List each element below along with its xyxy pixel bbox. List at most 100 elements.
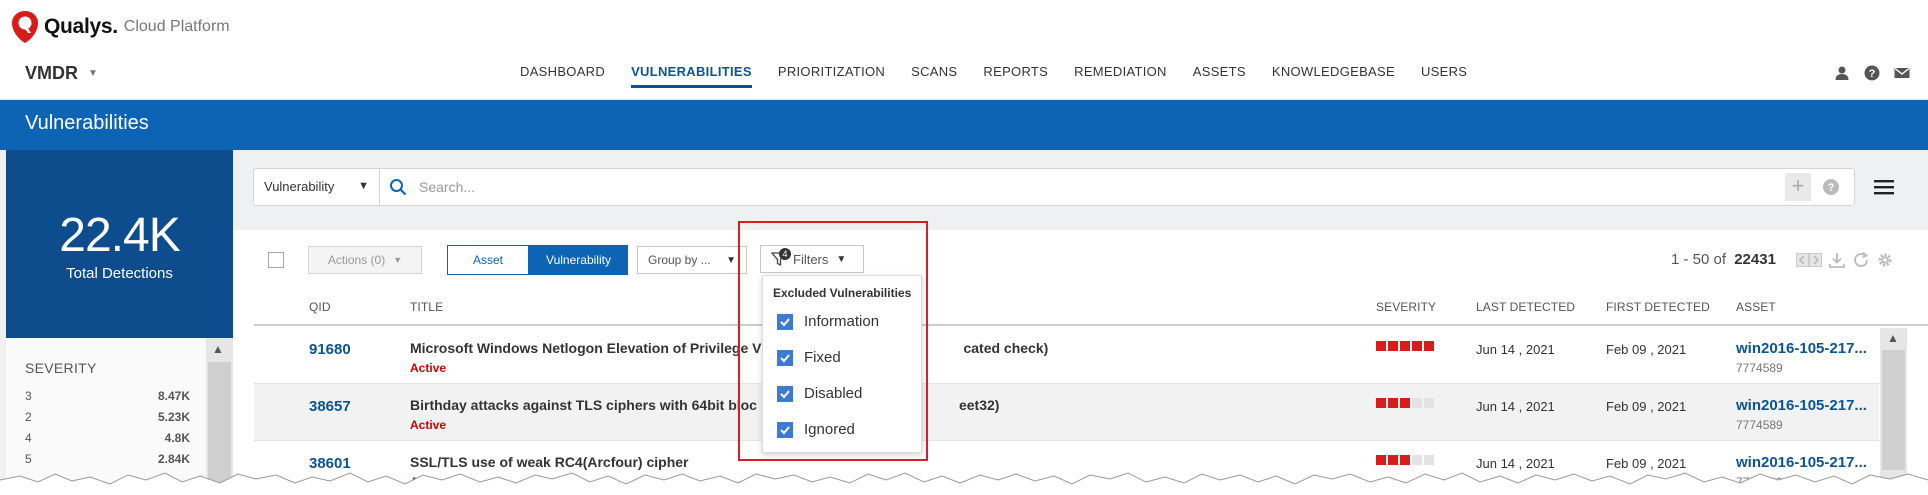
severity-facet-row[interactable]: 4 4.8K: [25, 431, 190, 445]
severity-count: 4.8K: [164, 431, 190, 445]
severity-bar: [1412, 455, 1422, 465]
severity-bar: [1400, 398, 1410, 408]
column-header-asset[interactable]: ASSET: [1736, 300, 1776, 314]
page-prev-next-icon[interactable]: [1796, 251, 1822, 269]
chevron-down-icon: ▼: [726, 255, 736, 266]
pagination-summary: 1 - 50 of 22431: [1671, 251, 1776, 268]
column-header-first-detected[interactable]: FIRST DETECTED: [1606, 300, 1710, 314]
severity-facet-row[interactable]: 3 8.47K: [25, 389, 190, 403]
status-badge: Active: [410, 361, 447, 375]
nav-assets[interactable]: ASSETS: [1193, 64, 1246, 88]
nav-scans[interactable]: SCANS: [911, 64, 957, 88]
group-by-dropdown[interactable]: Group by ... ▼: [637, 246, 747, 274]
nav-prioritization[interactable]: PRIORITIZATION: [778, 64, 885, 88]
qid-link[interactable]: 38657: [309, 398, 351, 415]
nav-knowledgebase[interactable]: KNOWLEDGEBASE: [1272, 64, 1395, 88]
table-row[interactable]: 38657 Birthday attacks against TLS ciphe…: [254, 384, 1879, 441]
add-query-plus-icon[interactable]: +: [1785, 173, 1811, 201]
total-detections-label: Total Detections: [66, 265, 173, 282]
qualys-logo[interactable]: Qualys. Cloud Platform: [10, 10, 230, 44]
search-input[interactable]: [419, 174, 1619, 200]
severity-bar: [1400, 341, 1410, 351]
help-icon[interactable]: ?: [1864, 65, 1880, 81]
nav-dashboard[interactable]: DASHBOARD: [520, 64, 605, 88]
table-row[interactable]: 91680 Microsoft Windows Netlogon Elevati…: [254, 327, 1879, 384]
severity-bar: [1376, 398, 1386, 408]
select-all-checkbox[interactable]: [268, 252, 284, 268]
search-bar: Vulnerability ▼ + ?: [253, 168, 1855, 206]
asset-id: 7774589: [1736, 418, 1783, 432]
hamburger-menu-icon[interactable]: [1874, 178, 1894, 196]
download-icon[interactable]: [1828, 251, 1846, 269]
status-badge: Active: [410, 418, 447, 432]
scrollbar-thumb[interactable]: [1882, 350, 1905, 470]
module-name: VMDR: [25, 63, 78, 83]
severity-count: 2.84K: [157, 452, 190, 466]
table-tools: [1796, 251, 1900, 269]
scroll-up-icon[interactable]: ▲: [212, 342, 224, 356]
total-detections-value: 22.4K: [59, 209, 180, 262]
pagination-total: 22431: [1734, 251, 1776, 268]
search-icon: [390, 179, 407, 196]
severity-level: 3: [25, 389, 32, 403]
top-header: Qualys. Cloud Platform VMDR ▼ DASHBOARD …: [0, 0, 1928, 100]
toggle-vulnerability[interactable]: Vulnerability: [529, 245, 628, 275]
header-actions: ?: [1820, 65, 1910, 81]
search-help-icon[interactable]: ?: [1822, 178, 1840, 196]
severity-bar: [1376, 341, 1386, 351]
last-detected-date: Jun 14 , 2021: [1476, 399, 1555, 414]
brand-name: Qualys.: [44, 15, 118, 38]
severity-level: 5: [25, 452, 32, 466]
column-header-qid[interactable]: QID: [309, 300, 331, 314]
qualys-shield-icon: [12, 11, 38, 43]
severity-bar: [1388, 455, 1398, 465]
annotation-highlight-box: [738, 221, 928, 461]
severity-indicator: [1376, 455, 1436, 465]
refresh-icon[interactable]: [1852, 251, 1870, 269]
column-header-title[interactable]: TITLE: [410, 300, 443, 314]
severity-bar: [1424, 455, 1434, 465]
severity-bar: [1424, 341, 1434, 351]
search-type-select[interactable]: Vulnerability ▼: [254, 169, 380, 205]
severity-facet-row[interactable]: 5 2.84K: [25, 452, 190, 466]
view-toggle: Asset Vulnerability: [447, 245, 628, 275]
table-header: QID TITLE SEVERITY LAST DETECTED FIRST D…: [254, 292, 1928, 326]
gear-icon[interactable]: [1876, 251, 1894, 269]
severity-facet-row[interactable]: 2 5.23K: [25, 410, 190, 424]
user-icon[interactable]: [1834, 65, 1850, 81]
qid-link[interactable]: 91680: [309, 341, 351, 358]
nav-users[interactable]: USERS: [1421, 64, 1467, 88]
page-title: Vulnerabilities: [25, 112, 149, 134]
asset-link[interactable]: win2016-105-217...: [1736, 397, 1867, 414]
actions-dropdown[interactable]: Actions (0) ▼: [308, 246, 422, 274]
module-switcher[interactable]: VMDR ▼: [25, 63, 98, 84]
severity-level: 2: [25, 410, 32, 424]
platform-name: Cloud Platform: [123, 18, 230, 35]
scroll-up-icon[interactable]: ▲: [1887, 331, 1899, 345]
search-type-value: Vulnerability: [264, 179, 335, 194]
severity-bar: [1388, 341, 1398, 351]
nav-remediation[interactable]: REMEDIATION: [1074, 64, 1167, 88]
column-header-last-detected[interactable]: LAST DETECTED: [1476, 300, 1575, 314]
mail-icon[interactable]: [1894, 65, 1910, 81]
vulnerability-title[interactable]: Microsoft Windows Netlogon Elevation of …: [410, 340, 1048, 356]
severity-bar: [1400, 455, 1410, 465]
severity-indicator: [1376, 398, 1436, 408]
severity-level: 4: [25, 431, 32, 445]
total-detections-card: 22.4K Total Detections: [6, 150, 233, 338]
toggle-asset[interactable]: Asset: [447, 245, 529, 275]
severity-bar: [1412, 398, 1422, 408]
last-detected-date: Jun 14 , 2021: [1476, 342, 1555, 357]
severity-bar: [1424, 398, 1434, 408]
module-chevron-down-icon: ▼: [88, 68, 98, 79]
svg-text:?: ?: [1828, 182, 1835, 194]
nav-vulnerabilities[interactable]: VULNERABILITIES: [631, 64, 752, 88]
severity-count: 8.47K: [157, 389, 190, 403]
search-area: Vulnerability ▼ + ?: [233, 150, 1928, 230]
severity-facet-title: SEVERITY: [25, 360, 97, 376]
nav-reports[interactable]: REPORTS: [983, 64, 1048, 88]
torn-edge-decoration: [0, 472, 1928, 495]
column-header-severity[interactable]: SEVERITY: [1376, 300, 1436, 314]
asset-link[interactable]: win2016-105-217...: [1736, 340, 1867, 357]
severity-bar: [1376, 455, 1386, 465]
